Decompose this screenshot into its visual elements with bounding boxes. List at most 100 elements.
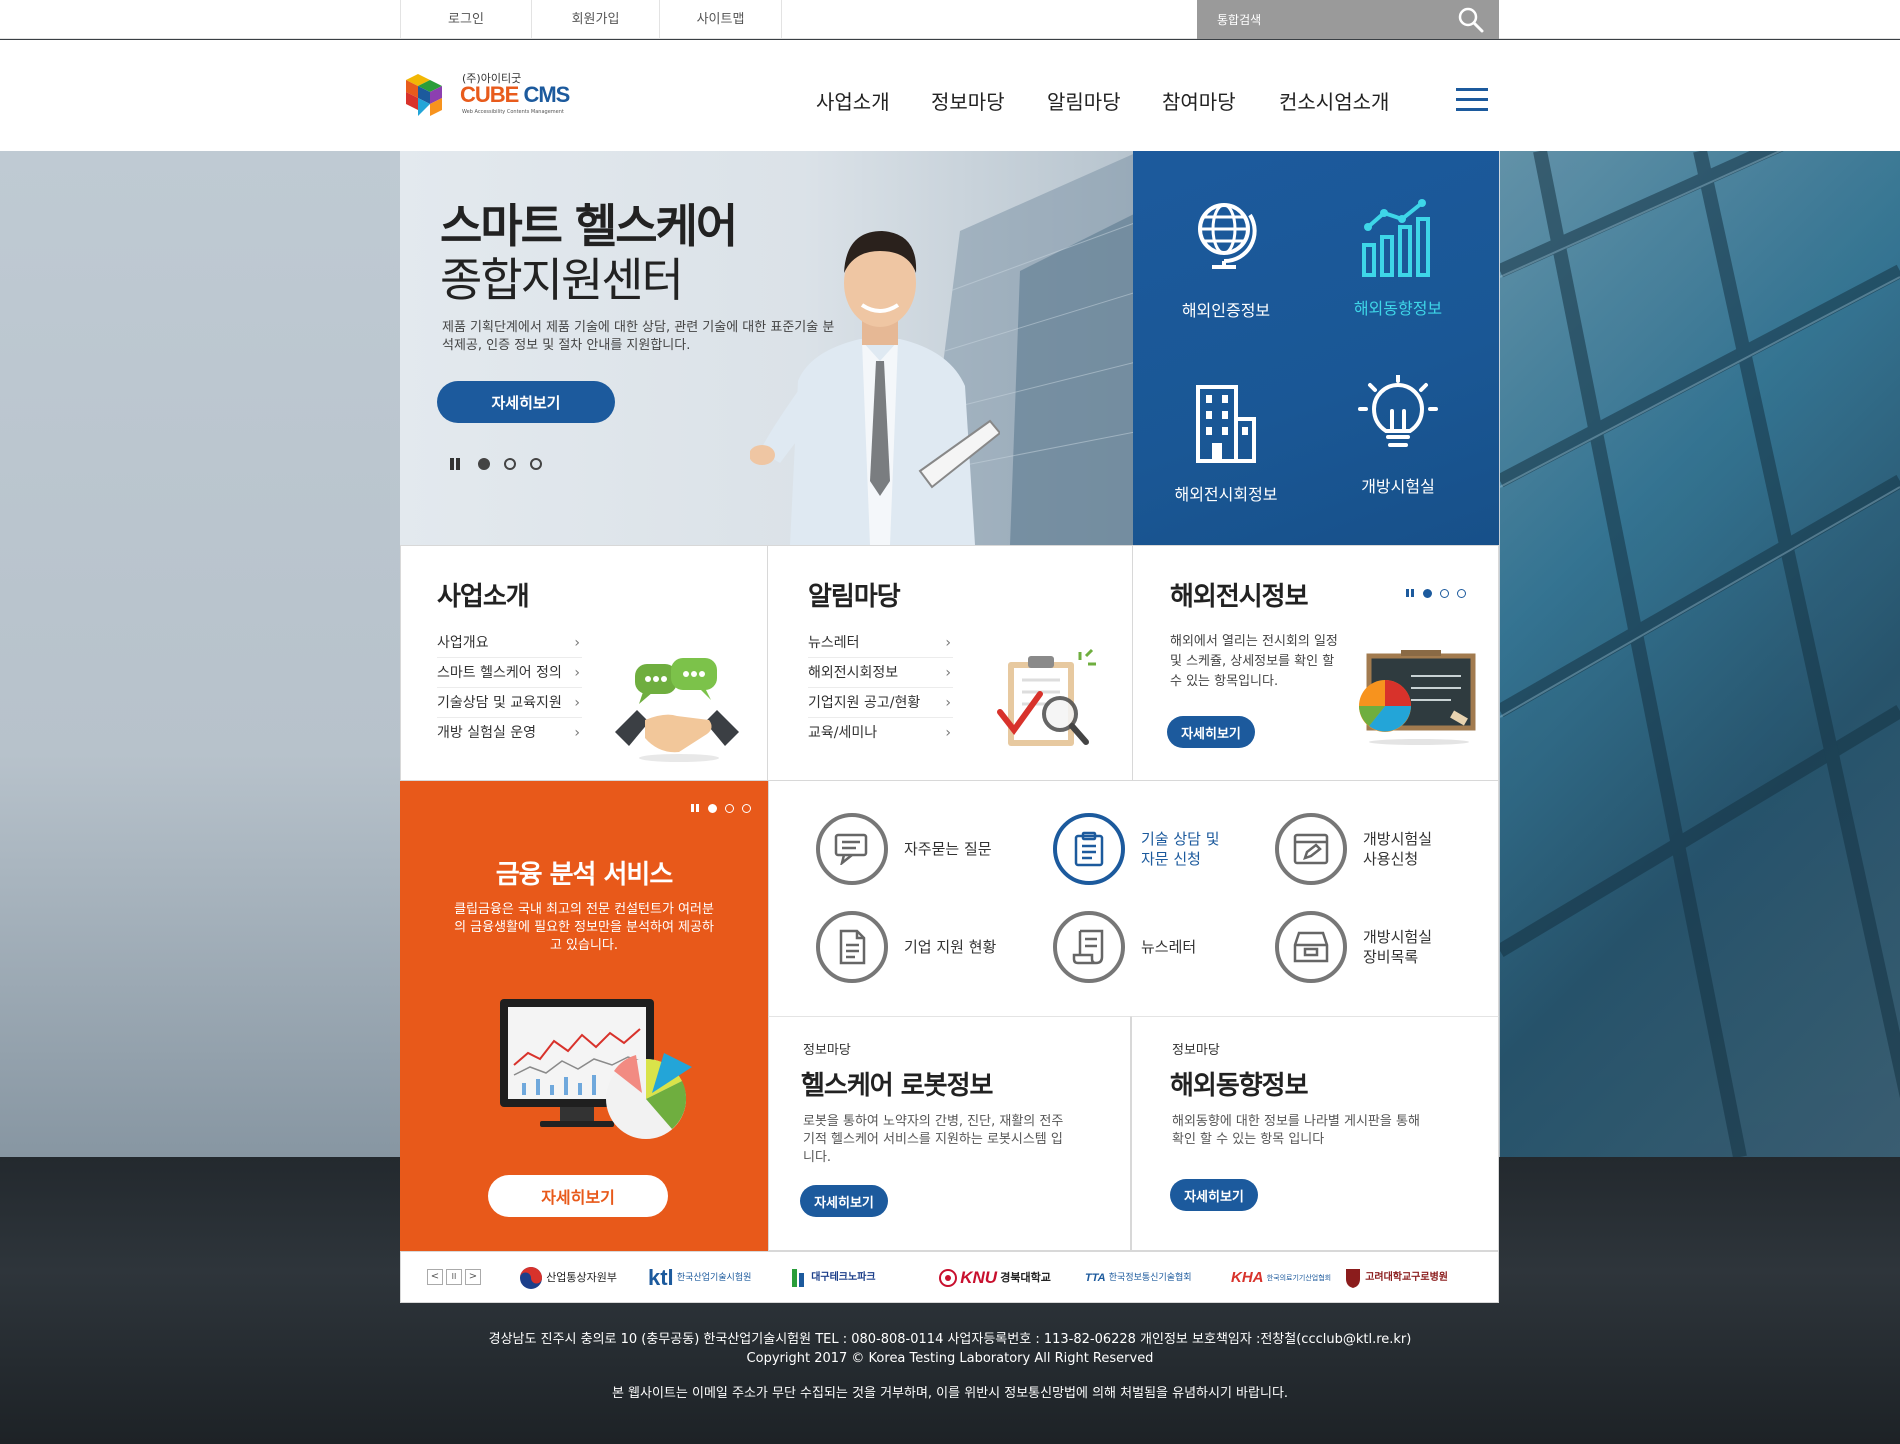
- list-item[interactable]: 스마트 헬스케어 정의 ›: [437, 658, 582, 688]
- card-title[interactable]: 해외동향정보: [1170, 1065, 1309, 1102]
- chevron-right-icon: ›: [574, 665, 580, 681]
- list-item[interactable]: 기업지원 공고/현황 ›: [808, 688, 953, 718]
- slide-dot-3[interactable]: [530, 458, 542, 470]
- menu-lab-equipment[interactable]: 개방시험실 장비목록: [1275, 911, 1475, 987]
- quick-overseas-cert[interactable]: 해외인증정보: [1141, 151, 1311, 331]
- partner-korea-univ-guro[interactable]: 고려대학교구로병원: [1344, 1266, 1448, 1290]
- card-title[interactable]: 사업소개: [437, 576, 530, 613]
- hero-more-button[interactable]: 자세히보기: [437, 381, 615, 423]
- orange-more-button[interactable]: 자세히보기: [488, 1175, 668, 1217]
- drawer-box-icon: [1293, 931, 1329, 963]
- partner-kumc-name: 고려대학교구로병원: [1365, 1272, 1448, 1283]
- nav-notice[interactable]: 알림마당: [1047, 86, 1121, 115]
- consult-circle: [1053, 813, 1125, 885]
- newsletter-circle: [1053, 911, 1125, 983]
- menu-faq[interactable]: 자주묻는 질문: [816, 813, 1016, 889]
- card-title[interactable]: 알림마당: [808, 576, 901, 613]
- nav-business[interactable]: 사업소개: [816, 86, 890, 115]
- exhibit-more-button[interactable]: 자세히보기: [1167, 716, 1255, 748]
- list-item[interactable]: 기술상담 및 교육지원 ›: [437, 688, 582, 718]
- quick-overseas-trend[interactable]: 해외동향정보: [1313, 151, 1483, 331]
- site-logo[interactable]: (주)아이티굿 CUBE CMS Web Accessibility Conte…: [400, 68, 580, 124]
- slide-dot-1[interactable]: [708, 804, 717, 813]
- menu-lab-application[interactable]: 개방시험실 사용신청: [1275, 813, 1475, 889]
- scroll-document-icon: [1072, 929, 1104, 965]
- slide-dot-1[interactable]: [478, 458, 490, 470]
- quick-links-panel: 해외인증정보 해외동향정보 해외전시회정보 개방시험실: [1133, 151, 1499, 545]
- clipboard-icon: [1074, 831, 1104, 867]
- nav-consortium[interactable]: 컨소시엄소개: [1279, 86, 1389, 115]
- slide-dot-2[interactable]: [504, 458, 516, 470]
- partner-knu[interactable]: KNU 경북대학교: [939, 1266, 1051, 1290]
- partner-kha[interactable]: KHA 한국의료기기산업협회: [1231, 1266, 1331, 1290]
- header: (주)아이티굿 CUBE CMS Web Accessibility Conte…: [0, 40, 1900, 151]
- search-input[interactable]: [1217, 9, 1437, 31]
- menu-newsletter-label: 뉴스레터: [1141, 938, 1197, 956]
- partner-ktl-name: 한국산업기술시험원: [676, 1273, 752, 1283]
- document-icon: [839, 929, 866, 965]
- card-description-text: 해외동향에 대한 정보를 나라별 게시판을 통해 확인 할 수 있는 항목 입니…: [1172, 1114, 1420, 1147]
- menu-newsletter[interactable]: 뉴스레터: [1053, 911, 1253, 987]
- partner-motie-name: 산업통상자원부: [546, 1271, 618, 1284]
- list-item[interactable]: 해외전시회정보 ›: [808, 658, 953, 688]
- cube-logo-icon: [406, 74, 442, 116]
- slide-dot-2[interactable]: [1440, 589, 1449, 598]
- list-item-label: 사업개요: [437, 635, 489, 651]
- trend-more-button[interactable]: 자세히보기: [1170, 1179, 1258, 1211]
- nav-participate[interactable]: 참여마당: [1162, 86, 1236, 115]
- background-glass-building: [1500, 151, 1900, 1157]
- sitemap-link[interactable]: 사이트맵: [660, 0, 782, 39]
- slide-dot-3[interactable]: [1457, 589, 1466, 598]
- menu-tech-consult[interactable]: 기술 상담 및 자문 신청: [1053, 813, 1253, 889]
- quick-label: 개방시험실: [1361, 477, 1435, 496]
- menu-consult-label-line1: 기술 상담 및: [1141, 830, 1220, 848]
- partner-motie[interactable]: 산업통상자원부: [519, 1266, 617, 1290]
- globe-icon: [1198, 203, 1257, 269]
- partner-ktl[interactable]: ktl 한국산업기술시험원: [648, 1266, 751, 1290]
- list-item[interactable]: 사업개요 ›: [437, 628, 582, 658]
- clipboard-check-icon: [997, 648, 1096, 746]
- notice-list: 뉴스레터 › 해외전시회정보 › 기업지원 공고/현황 › 교육/세미나 ›: [808, 628, 953, 748]
- menu-company-support[interactable]: 기업 지원 현황: [816, 911, 1016, 987]
- partner-kha-name: 한국의료기기산업협회: [1266, 1274, 1332, 1282]
- card-business: 사업소개 사업개요 › 스마트 헬스케어 정의 › 기술상담 및 교육지원 › 개방 …: [400, 545, 768, 781]
- list-item[interactable]: 교육/세미나 ›: [808, 718, 953, 748]
- lab-apply-circle: [1275, 813, 1347, 885]
- login-link[interactable]: 로그인: [400, 0, 532, 39]
- menu-support-label: 기업 지원 현황: [904, 938, 997, 956]
- list-item[interactable]: 개방 실험실 운영 ›: [437, 718, 582, 748]
- chevron-left-icon[interactable]: <: [427, 1269, 443, 1285]
- menu-faq-label: 자주묻는 질문: [904, 840, 992, 858]
- pause-icon[interactable]: II: [446, 1269, 462, 1285]
- partner-tta-mark: TTA: [1085, 1272, 1106, 1284]
- quick-open-lab[interactable]: 개방시험실: [1313, 341, 1483, 521]
- list-item-label: 뉴스레터: [808, 635, 860, 651]
- robot-more-button[interactable]: 자세히보기: [800, 1185, 888, 1217]
- nav-info[interactable]: 정보마당: [931, 86, 1005, 115]
- faq-circle: [816, 813, 888, 885]
- search-button[interactable]: [1457, 6, 1485, 34]
- card-healthcare-robot: 정보마당 헬스케어 로봇정보 로봇을 통하여 노약자의 간병, 진단, 재활의 …: [768, 1016, 1131, 1251]
- partner-knu-name: 경북대학교: [1000, 1271, 1051, 1284]
- slide-dot-2[interactable]: [725, 804, 734, 813]
- pause-icon[interactable]: [1405, 588, 1415, 598]
- footer-copyright: Copyright 2017 © Korea Testing Laborator…: [746, 1351, 1154, 1366]
- chevron-right-icon[interactable]: >: [465, 1269, 481, 1285]
- card-title[interactable]: 헬스케어 로봇정보: [801, 1065, 993, 1102]
- list-item[interactable]: 뉴스레터 ›: [808, 628, 953, 658]
- logo-brand-cms: CMS: [518, 82, 570, 107]
- list-item-label: 개방 실험실 운영: [437, 725, 537, 741]
- hamburger-menu-icon[interactable]: [1456, 88, 1488, 112]
- quick-overseas-exhibition[interactable]: 해외전시회정보: [1141, 341, 1311, 521]
- slide-dot-3[interactable]: [742, 804, 751, 813]
- card-notice: 알림마당 뉴스레터 › 해외전시회정보 › 기업지원 공고/현황 › 교육/세미나 ›: [768, 545, 1133, 781]
- card-title[interactable]: 해외전시정보: [1170, 576, 1309, 613]
- pause-icon[interactable]: [448, 457, 462, 471]
- building-icon: [1196, 385, 1256, 463]
- partner-tta[interactable]: TTA 한국정보통신기술협회: [1085, 1266, 1192, 1290]
- partner-daegu-technopark[interactable]: 대구테크노파크: [790, 1266, 876, 1290]
- chevron-right-icon: ›: [574, 695, 580, 711]
- join-link[interactable]: 회원가입: [532, 0, 660, 39]
- slide-dot-1[interactable]: [1423, 589, 1432, 598]
- pause-icon[interactable]: [690, 803, 700, 813]
